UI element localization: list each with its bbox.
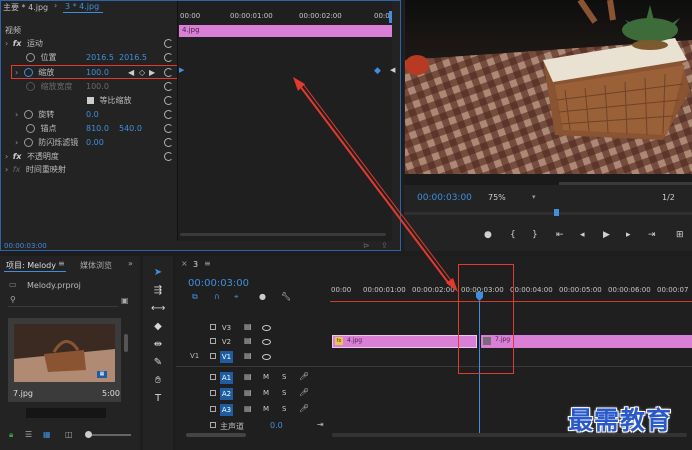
annotation-arrows	[293, 77, 458, 292]
watermark-text: 最需教育	[568, 406, 673, 435]
